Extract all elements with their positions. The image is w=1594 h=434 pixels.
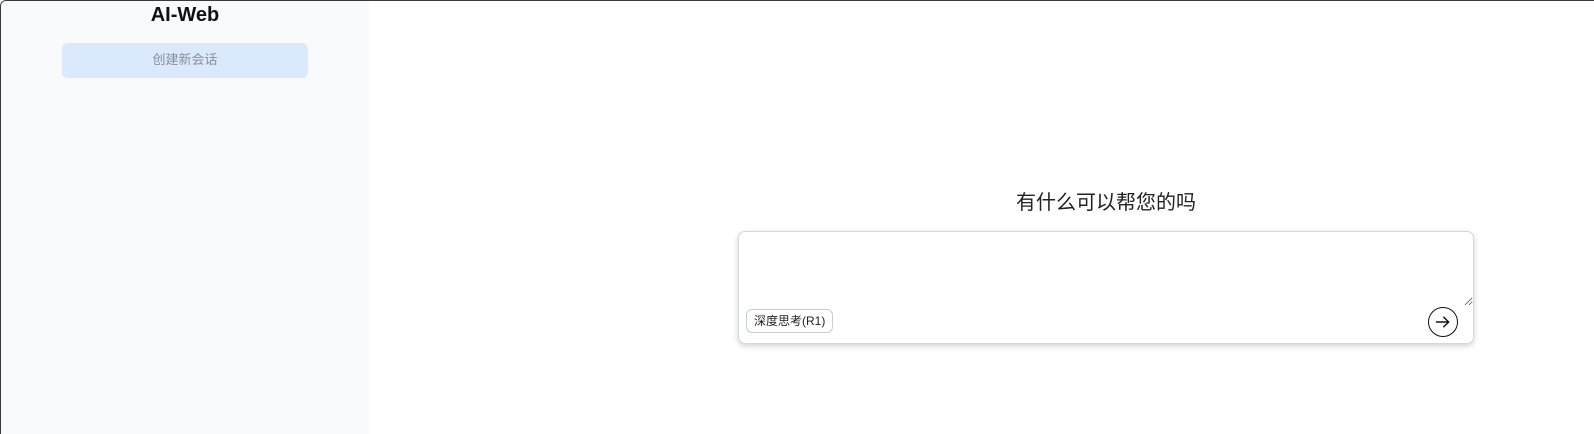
- message-input[interactable]: [739, 232, 1473, 306]
- send-button[interactable]: [1428, 307, 1458, 337]
- deep-think-toggle[interactable]: 深度思考(R1): [746, 309, 834, 333]
- sidebar: AI-Web 创建新会话: [1, 1, 369, 434]
- new-chat-button[interactable]: 创建新会话: [62, 43, 308, 78]
- app-window: AI-Web 创建新会话 有什么可以帮您的吗 深度思考(R1): [0, 0, 1594, 434]
- app-title: AI-Web: [150, 4, 220, 26]
- arrow-right-icon: [1435, 316, 1450, 328]
- message-composer: 深度思考(R1): [738, 231, 1474, 344]
- greeting-heading: 有什么可以帮您的吗: [1016, 190, 1196, 214]
- main-panel: 有什么可以帮您的吗 深度思考(R1): [369, 1, 1594, 434]
